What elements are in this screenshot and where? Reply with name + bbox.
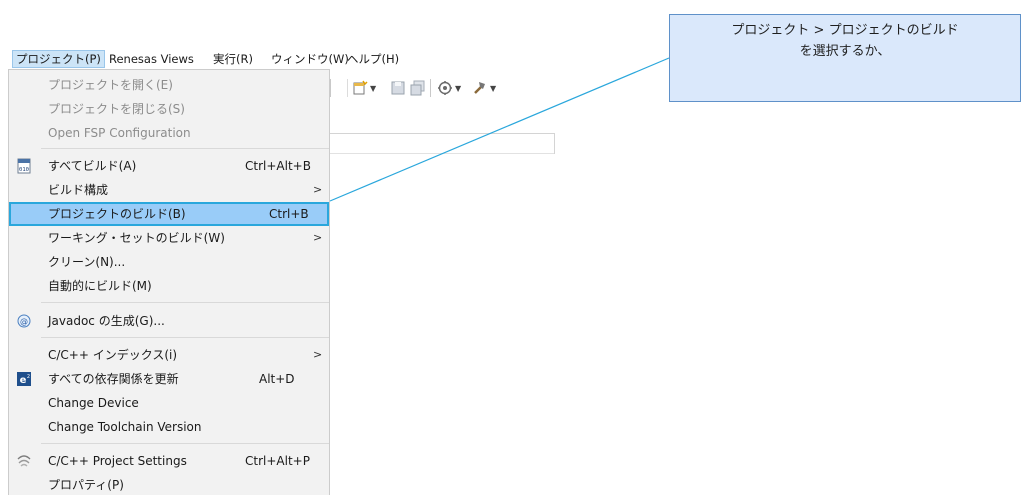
callout-line-2: を選択するか、	[799, 44, 891, 59]
callout-annotation: プロジェクト > プロジェクトのビルド を選択するか、	[669, 14, 1021, 102]
callout-line-1: プロジェクト > プロジェクトのビルド	[731, 23, 959, 38]
